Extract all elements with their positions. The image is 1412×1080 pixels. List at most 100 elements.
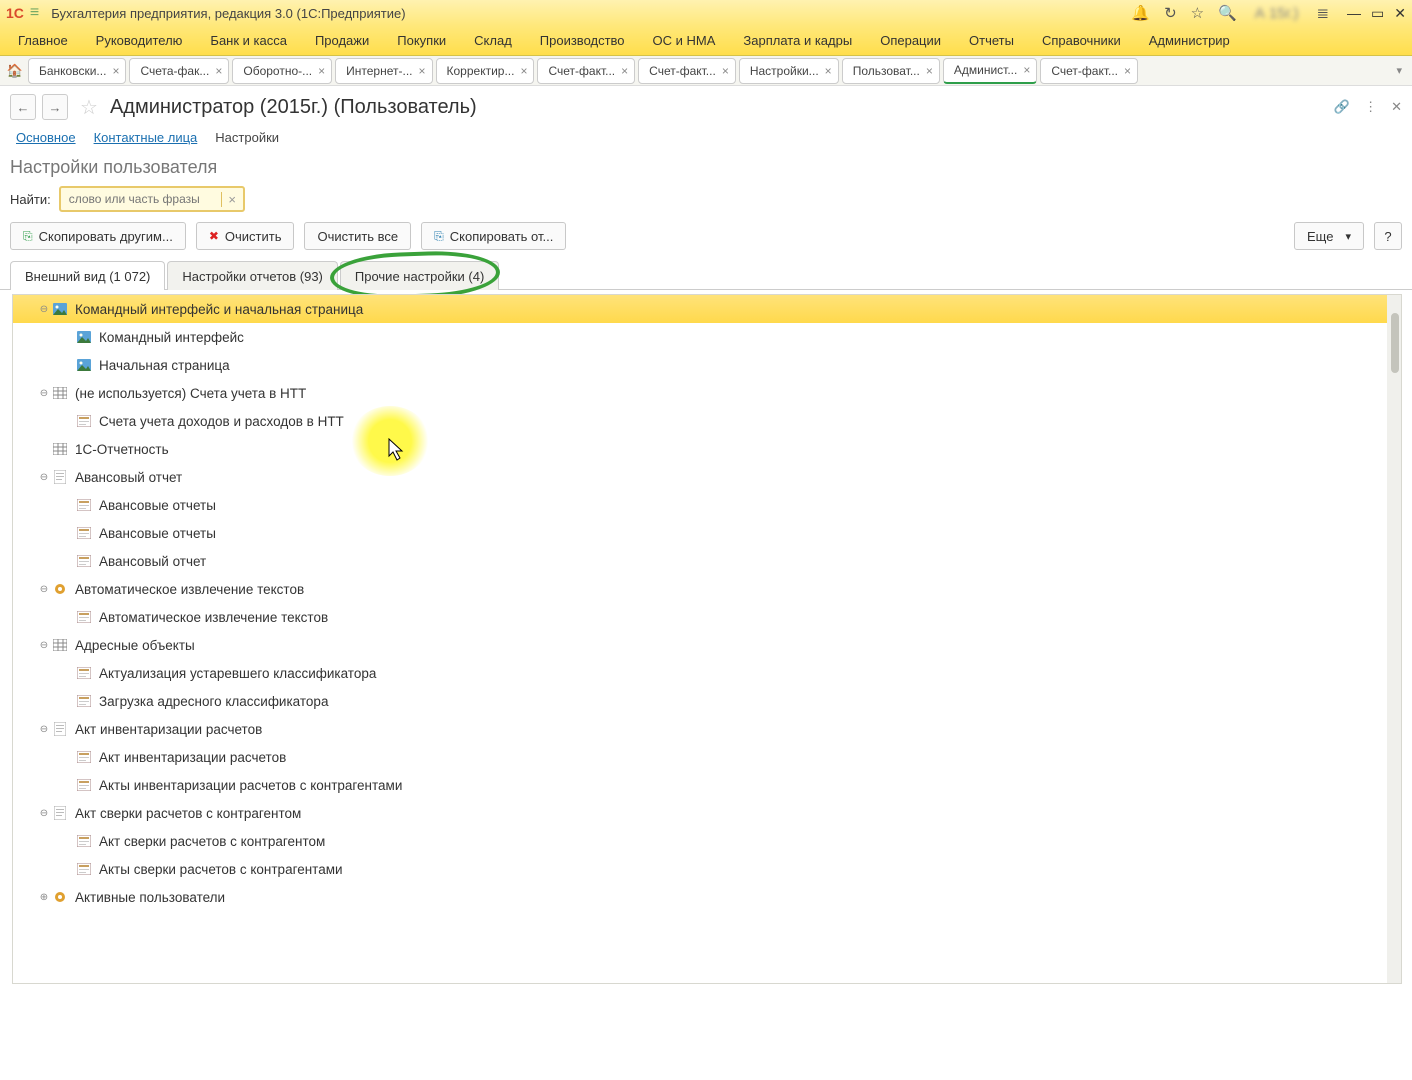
menu-item[interactable]: Главное [4, 27, 82, 54]
tree-item[interactable]: Авансовые отчеты [13, 491, 1401, 519]
tree-item[interactable]: Счета учета доходов и расходов в НТТ [13, 407, 1401, 435]
close-icon[interactable]: × [520, 64, 527, 78]
tree-group[interactable]: ⊕Активные пользователи [13, 883, 1401, 911]
menu-item[interactable]: Продажи [301, 27, 383, 54]
app-tab[interactable]: Счет-факт...× [638, 58, 736, 84]
close-icon[interactable]: × [419, 64, 426, 78]
expand-icon[interactable]: ⊖ [37, 472, 51, 483]
tree-item[interactable]: Командный интерфейс [13, 323, 1401, 351]
app-tab[interactable]: Банковски...× [28, 58, 126, 84]
home-button[interactable]: 🏠 [4, 60, 26, 82]
tree-item[interactable]: Акты инвентаризации расчетов с контраген… [13, 771, 1401, 799]
tree-item[interactable]: Автоматическое извлечение текстов [13, 603, 1401, 631]
bell-icon[interactable]: 🔔 [1131, 4, 1150, 22]
close-icon[interactable]: × [825, 64, 832, 78]
subnav-contacts[interactable]: Контактные лица [94, 130, 198, 145]
tree-item[interactable]: Акты сверки расчетов с контрагентами [13, 855, 1401, 883]
expand-icon[interactable]: ⊖ [37, 640, 51, 651]
expand-icon[interactable]: ⊖ [37, 388, 51, 399]
minimize-button[interactable]: — [1347, 5, 1361, 22]
tabs-overflow-icon[interactable]: ▾ [1390, 64, 1408, 77]
tree-item[interactable]: Авансовый отчет [13, 547, 1401, 575]
app-tab[interactable]: Счет-факт...× [1040, 58, 1138, 84]
app-tab[interactable]: Настройки...× [739, 58, 839, 84]
link-icon[interactable]: 🔗 [1334, 99, 1350, 115]
app-tab[interactable]: Интернет-...× [335, 58, 432, 84]
tree-item[interactable]: Акт сверки расчетов с контрагентом [13, 827, 1401, 855]
expand-icon[interactable]: ⊖ [37, 584, 51, 595]
tree-item[interactable]: Актуализация устаревшего классификатора [13, 659, 1401, 687]
tree-group[interactable]: ⊖Акт инвентаризации расчетов [13, 715, 1401, 743]
subnav-main[interactable]: Основное [16, 130, 76, 145]
scrollbar-thumb[interactable] [1391, 313, 1399, 373]
expand-icon[interactable]: ⊖ [37, 808, 51, 819]
tree-group[interactable]: ⊖ Автоматическое извлечение текстов [13, 575, 1401, 603]
menu-item[interactable]: Зарплата и кадры [729, 27, 866, 54]
menu-item[interactable]: Операции [866, 27, 955, 54]
forward-button[interactable]: → [42, 94, 68, 120]
search-icon[interactable]: 🔍 [1218, 4, 1237, 22]
favorite-star-icon[interactable]: ☆ [80, 95, 98, 120]
star-icon[interactable]: ☆ [1191, 4, 1204, 22]
clear-all-button[interactable]: Очистить все [304, 222, 411, 250]
expand-icon[interactable]: ⊕ [37, 892, 51, 903]
tab-report-settings[interactable]: Настройки отчетов (93) [167, 261, 338, 290]
close-button[interactable]: ✕ [1394, 5, 1406, 22]
tree-group[interactable]: ⊖Адресные объекты [13, 631, 1401, 659]
close-icon[interactable]: × [621, 64, 628, 78]
copy-from-button[interactable]: ⎘Скопировать от... [421, 222, 566, 250]
help-button[interactable]: ? [1374, 222, 1402, 250]
app-tab[interactable]: Счета-фак...× [129, 58, 229, 84]
menu-item[interactable]: Отчеты [955, 27, 1028, 54]
history-icon[interactable]: ↻ [1164, 4, 1177, 22]
find-input[interactable] [61, 192, 221, 206]
tree-group[interactable]: 1С-Отчетность [13, 435, 1401, 463]
kebab-icon[interactable]: ⋮ [1364, 99, 1377, 115]
close-icon[interactable]: × [215, 64, 222, 78]
tree-item[interactable]: Авансовые отчеты [13, 519, 1401, 547]
close-icon[interactable]: × [1124, 64, 1131, 78]
menu-lines-icon[interactable]: ≣ [1316, 4, 1329, 22]
maximize-button[interactable]: ▭ [1371, 5, 1384, 22]
tree-item[interactable]: Акт инвентаризации расчетов [13, 743, 1401, 771]
app-tab[interactable]: Корректир...× [436, 58, 535, 84]
app-tab-label: Пользоват... [853, 64, 920, 78]
close-page-icon[interactable]: ✕ [1391, 99, 1402, 115]
app-tab[interactable]: Оборотно-...× [232, 58, 332, 84]
find-clear-icon[interactable]: × [221, 192, 243, 207]
close-icon[interactable]: × [926, 64, 933, 78]
expand-icon[interactable]: ⊖ [37, 304, 51, 315]
menu-item[interactable]: Справочники [1028, 27, 1135, 54]
app-tab[interactable]: Пользоват... × [842, 58, 940, 84]
tree-group[interactable]: ⊖Командный интерфейс и начальная страниц… [13, 295, 1401, 323]
tab-other-settings[interactable]: Прочие настройки (4) [340, 261, 499, 290]
copy-to-others-button[interactable]: ⎘Скопировать другим... [10, 222, 186, 250]
expand-icon[interactable]: ⊖ [37, 724, 51, 735]
tree-label: Автоматическое извлечение текстов [75, 582, 304, 597]
clear-button[interactable]: ✖Очистить [196, 222, 295, 250]
close-icon[interactable]: × [112, 64, 119, 78]
pic-icon [75, 358, 93, 372]
tree-item[interactable]: Начальная страница [13, 351, 1401, 379]
menu-item[interactable]: Производство [526, 27, 639, 54]
more-button[interactable]: Еще▾ [1294, 222, 1364, 250]
scrollbar[interactable] [1387, 295, 1401, 983]
menu-item[interactable]: Руководителю [82, 27, 197, 54]
close-icon[interactable]: × [1023, 63, 1030, 77]
menu-item[interactable]: Администрир [1135, 27, 1244, 54]
tab-appearance[interactable]: Внешний вид (1 072) [10, 261, 165, 290]
menu-item[interactable]: Склад [460, 27, 526, 54]
tree-group[interactable]: ⊖Акт сверки расчетов с контрагентом [13, 799, 1401, 827]
tree-group[interactable]: ⊖Авансовый отчет [13, 463, 1401, 491]
menu-item[interactable]: Банк и касса [196, 27, 301, 54]
close-icon[interactable]: × [722, 64, 729, 78]
menu-item[interactable]: Покупки [383, 27, 460, 54]
tree-group[interactable]: ⊖(не используется) Счета учета в НТТ [13, 379, 1401, 407]
app-tab[interactable]: Счет-факт...× [537, 58, 635, 84]
tree-item[interactable]: Загрузка адресного классификатора [13, 687, 1401, 715]
app-tab[interactable]: Админист...× [943, 58, 1037, 84]
menu-item[interactable]: ОС и НМА [639, 27, 730, 54]
back-button[interactable]: ← [10, 94, 36, 120]
hamburger-icon[interactable]: ≡ [30, 4, 39, 22]
close-icon[interactable]: × [318, 64, 325, 78]
